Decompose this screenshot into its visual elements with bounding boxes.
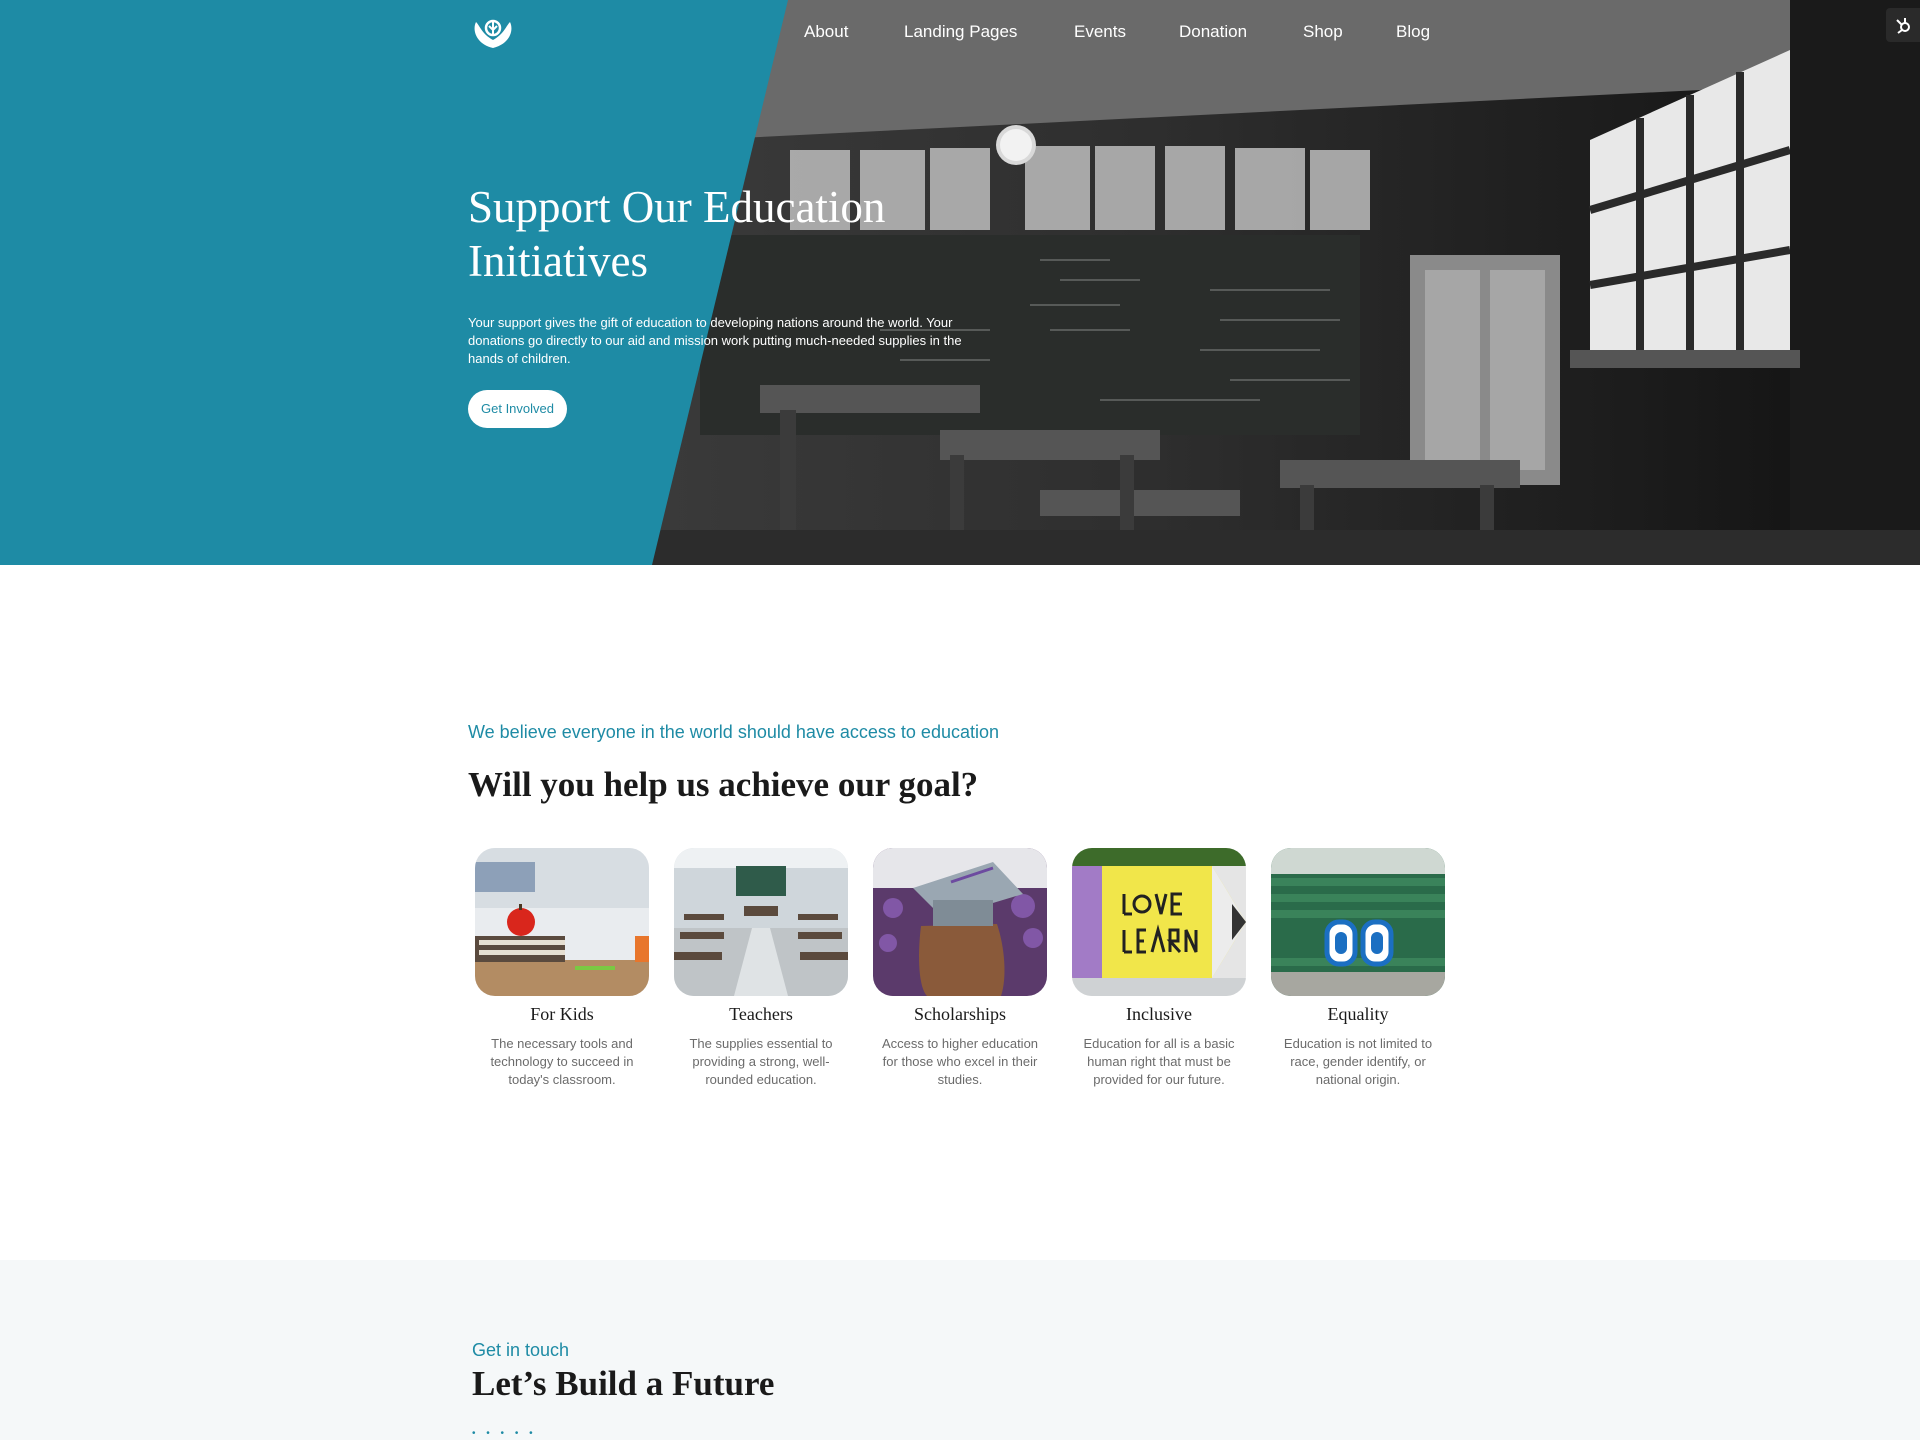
get-involved-button[interactable]: Get Involved bbox=[468, 390, 567, 428]
hubspot-badge[interactable] bbox=[1886, 8, 1920, 42]
card-image-equality bbox=[1271, 848, 1445, 996]
nav-item-shop[interactable]: Shop bbox=[1303, 22, 1343, 42]
card-for-kids[interactable]: For Kids The necessary tools and technol… bbox=[474, 848, 650, 1089]
card-title: Teachers bbox=[729, 1004, 793, 1024]
card-image-scholarships bbox=[873, 848, 1047, 996]
card-text: The supplies essential to providing a st… bbox=[689, 1036, 833, 1087]
card-title: Scholarships bbox=[914, 1004, 1006, 1024]
hubspot-sprocket-icon bbox=[1896, 18, 1910, 34]
hero-section: Support Our Education Initiatives Your s… bbox=[0, 0, 1920, 565]
card-title: For Kids bbox=[530, 1004, 594, 1024]
card-text: Education for all is a basic human right… bbox=[1083, 1036, 1235, 1087]
decorative-dots: • • • • • bbox=[472, 1428, 537, 1439]
hero-title-line2: Initiatives bbox=[468, 236, 648, 286]
contact-eyebrow: Get in touch bbox=[472, 1340, 570, 1360]
card-teachers[interactable]: Teachers The supplies essential to provi… bbox=[673, 848, 849, 1089]
nav-item-landing-pages[interactable]: Landing Pages bbox=[904, 22, 1017, 42]
card-title: Equality bbox=[1327, 1004, 1389, 1024]
goal-eyebrow: We believe everyone in the world should … bbox=[468, 722, 999, 742]
card-equality[interactable]: Equality Education is not limited to rac… bbox=[1270, 848, 1446, 1089]
card-title: Inclusive bbox=[1126, 1004, 1192, 1024]
contact-section: Get in touch Let’s Build a Future • • • … bbox=[0, 1260, 1920, 1440]
card-inclusive[interactable]: Inclusive Education for all is a basic h… bbox=[1071, 848, 1247, 1089]
goal-title: Will you help us achieve our goal? bbox=[468, 765, 979, 804]
hero-title: Support Our Education Initiatives bbox=[468, 180, 988, 288]
card-image-teachers bbox=[674, 848, 848, 996]
nav-item-blog[interactable]: Blog bbox=[1396, 22, 1430, 42]
contact-title: Let’s Build a Future bbox=[472, 1364, 775, 1403]
card-image-for-kids bbox=[475, 848, 649, 996]
hero-content: Support Our Education Initiatives Your s… bbox=[468, 180, 988, 428]
card-image-inclusive bbox=[1072, 848, 1246, 996]
nav-item-events[interactable]: Events bbox=[1074, 22, 1126, 42]
card-scholarships[interactable]: Scholarships Access to higher education … bbox=[872, 848, 1048, 1089]
card-text: The necessary tools and technology to su… bbox=[490, 1036, 634, 1087]
nav-item-donation[interactable]: Donation bbox=[1179, 22, 1247, 42]
nav-item-about[interactable]: About bbox=[804, 22, 848, 42]
hero-title-line1: Support Our Education bbox=[468, 182, 886, 232]
card-text: Education is not limited to race, gender… bbox=[1283, 1036, 1433, 1087]
hero-text: Your support gives the gift of education… bbox=[468, 315, 962, 366]
main-nav: About Landing Pages Events Donation Shop… bbox=[0, 22, 1920, 44]
card-text: Access to higher education for those who… bbox=[881, 1036, 1039, 1087]
